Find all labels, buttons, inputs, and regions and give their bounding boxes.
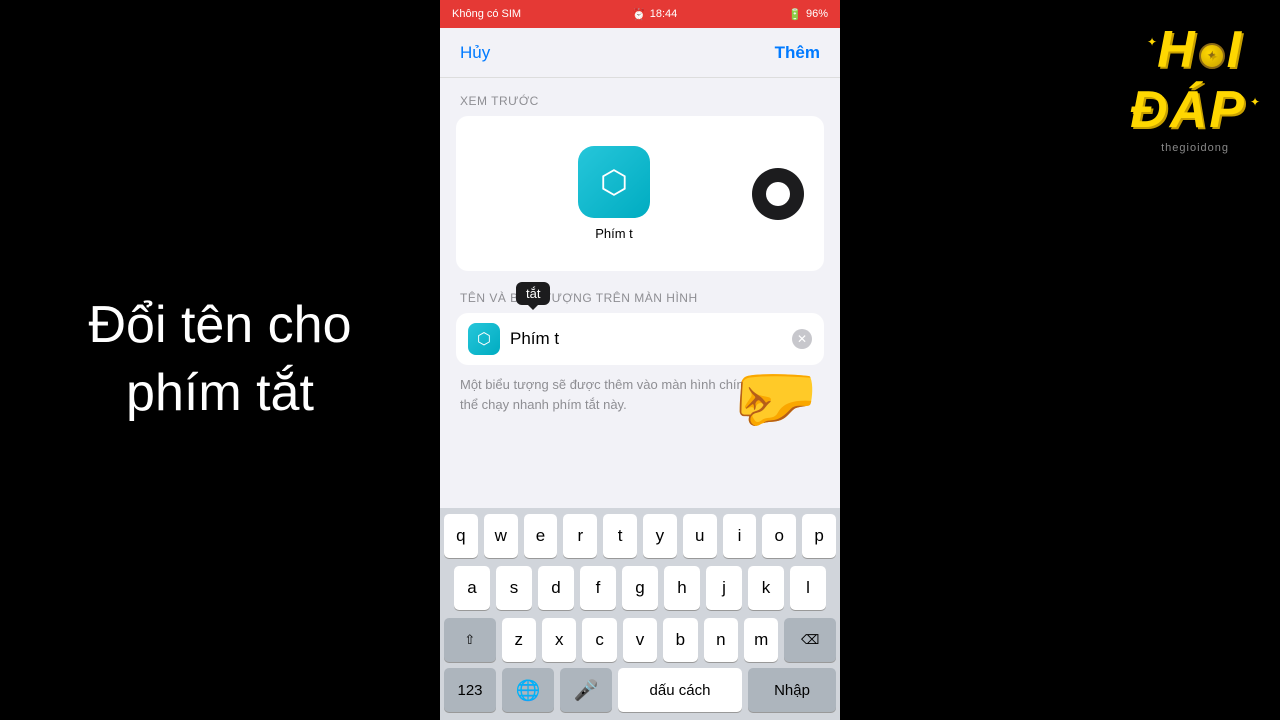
key-c[interactable]: c [582, 618, 616, 662]
key-backspace[interactable]: ⌫ [784, 618, 836, 662]
content-area: XEM TRƯỚC ⬡ Phím t TÊN VÀ BIỂU TƯỢNG TRÊ… [440, 78, 840, 446]
logo-line-top: ✦ H ✦ I [1147, 20, 1243, 80]
home-button-inner [766, 182, 790, 206]
logo-hoi: H ✦ I [1157, 20, 1243, 80]
key-j[interactable]: j [706, 566, 742, 610]
key-i[interactable]: i [723, 514, 757, 558]
logo-area: ✦ H ✦ I ĐÁP ✦ thegioidong [840, 0, 1280, 720]
keyboard-bottom-row: 123 🌐 🎤 dấu cách Nhập [440, 664, 840, 720]
tooltip-bubble: tắt [516, 282, 550, 305]
key-f[interactable]: f [580, 566, 616, 610]
logo-container: ✦ H ✦ I ĐÁP ✦ thegioidong [1130, 20, 1260, 154]
shortcuts-symbol: ⬡ [600, 163, 628, 201]
key-shift[interactable]: ⇧ [444, 618, 496, 662]
key-mic[interactable]: 🎤 [560, 668, 612, 712]
left-panel: Đổi tên cho phím tắt [0, 0, 440, 720]
key-space[interactable]: dấu cách [618, 668, 742, 712]
key-h[interactable]: h [664, 566, 700, 610]
logo-line-bottom: ĐÁP ✦ [1130, 80, 1260, 140]
clock-icon: ⏰ [632, 8, 646, 21]
cancel-button[interactable]: Hủy [460, 43, 490, 63]
preview-card: ⬡ Phím t [456, 116, 824, 271]
key-b[interactable]: b [663, 618, 697, 662]
key-r[interactable]: r [563, 514, 597, 558]
logo-dap: ĐÁP [1130, 80, 1246, 140]
name-input-field[interactable] [510, 329, 782, 349]
key-p[interactable]: p [802, 514, 836, 558]
key-g[interactable]: g [622, 566, 658, 610]
keyboard: q w e r t y u i o p a s d f g h j k l ⇧ … [440, 508, 840, 720]
keyboard-row-3: ⇧ z x c v b n m ⌫ [440, 612, 840, 664]
battery-percent: 96% [806, 8, 828, 20]
left-text: Đổi tên cho phím tắt [88, 292, 351, 427]
key-globe[interactable]: 🌐 [502, 668, 554, 712]
key-w[interactable]: w [484, 514, 518, 558]
key-u[interactable]: u [683, 514, 717, 558]
key-x[interactable]: x [542, 618, 576, 662]
phone-frame: Không có SIM ⏰ 18:44 🔋 96% Hủy Thêm XEM … [440, 0, 840, 720]
input-app-icon: ⬡ [468, 323, 500, 355]
clear-button[interactable]: ✕ [792, 329, 812, 349]
key-n[interactable]: n [704, 618, 738, 662]
spark-left: ✦ [1147, 35, 1157, 49]
key-e[interactable]: e [524, 514, 558, 558]
time-display: 18:44 [650, 8, 678, 20]
keyboard-row-2: a s d f g h j k l [440, 560, 840, 612]
app-name-label: Phím t [595, 226, 633, 241]
no-sim-label: Không có SIM [452, 8, 521, 20]
key-a[interactable]: a [454, 566, 490, 610]
key-enter[interactable]: Nhập [748, 668, 836, 712]
logo-subtitle: thegioidong [1161, 142, 1229, 154]
key-v[interactable]: v [623, 618, 657, 662]
preview-app-icon: ⬡ Phím t [578, 146, 650, 241]
input-shortcuts-symbol: ⬡ [477, 329, 491, 349]
home-button [752, 168, 804, 220]
key-t[interactable]: t [603, 514, 637, 558]
status-bar: Không có SIM ⏰ 18:44 🔋 96% [440, 0, 840, 28]
tooltip-container: tắt [516, 282, 550, 305]
status-right: 🔋 96% [788, 8, 828, 21]
key-q[interactable]: q [444, 514, 478, 558]
keyboard-row-1: q w e r t y u i o p [440, 508, 840, 560]
key-l[interactable]: l [790, 566, 826, 610]
key-y[interactable]: y [643, 514, 677, 558]
spark-right: ✦ [1250, 95, 1260, 109]
nav-bar: Hủy Thêm [440, 28, 840, 78]
name-input-card: tắt ⬡ ✕ [456, 313, 824, 365]
key-k[interactable]: k [748, 566, 784, 610]
add-button[interactable]: Thêm [775, 43, 820, 63]
key-d[interactable]: d [538, 566, 574, 610]
key-num[interactable]: 123 [444, 668, 496, 712]
shortcut-icon: ⬡ [578, 146, 650, 218]
key-z[interactable]: z [502, 618, 536, 662]
name-section: TÊN VÀ BIỂU TƯỢNG TRÊN MÀN HÌNH tắt ⬡ ✕ … [456, 291, 824, 414]
key-m[interactable]: m [744, 618, 778, 662]
status-center: ⏰ 18:44 [632, 8, 677, 21]
battery-icon: 🔋 [788, 8, 802, 21]
name-section-label: TÊN VÀ BIỂU TƯỢNG TRÊN MÀN HÌNH [456, 291, 824, 305]
preview-section-label: XEM TRƯỚC [456, 94, 824, 108]
hint-text: Một biểu tượng sẽ được thêm vào màn hình… [456, 375, 824, 414]
key-o[interactable]: o [762, 514, 796, 558]
key-s[interactable]: s [496, 566, 532, 610]
